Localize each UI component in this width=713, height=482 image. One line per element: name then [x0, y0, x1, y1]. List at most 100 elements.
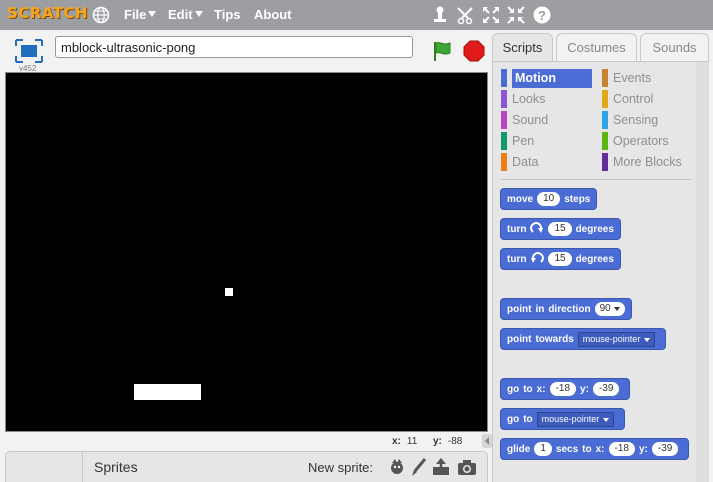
category-motion[interactable]: Motion [501, 69, 592, 88]
category-divider [501, 179, 691, 180]
edit-menu[interactable]: Edit [168, 7, 203, 22]
target-dropdown[interactable]: mouse-pointer [577, 331, 656, 347]
category-color-chip [602, 153, 608, 171]
secs-input[interactable]: 1 [534, 442, 552, 456]
stop-icon[interactable] [463, 40, 485, 62]
block-word: point [507, 303, 532, 315]
block-word: degrees [575, 223, 614, 235]
sprites-divider [82, 452, 83, 482]
category-more-blocks[interactable]: More Blocks [602, 153, 695, 172]
category-color-chip [602, 69, 608, 87]
category-label: Sound [512, 113, 549, 127]
fullscreen-icon[interactable] [15, 39, 43, 63]
block-word: degrees [575, 253, 614, 265]
x-input[interactable]: -18 [549, 382, 577, 396]
category-operators[interactable]: Operators [602, 132, 695, 151]
block-go-to[interactable]: go to mouse-pointer [500, 408, 626, 430]
category-pen[interactable]: Pen [501, 132, 592, 151]
block-word: y: [638, 443, 648, 455]
category-label: More Blocks [613, 155, 682, 169]
sprite-library-icon[interactable] [387, 457, 407, 477]
block-word: point [507, 333, 532, 345]
block-word: in [535, 303, 545, 315]
category-control[interactable]: Control [602, 90, 695, 109]
new-sprite-label: New sprite: [308, 460, 374, 475]
block-word: to [523, 383, 533, 395]
y-input[interactable]: -39 [651, 442, 679, 456]
degrees-input[interactable]: 15 [548, 252, 572, 266]
block-word: glide [507, 443, 531, 455]
block-word: x: [536, 383, 546, 395]
paddle-sprite[interactable] [134, 384, 201, 400]
sprites-label: Sprites [94, 459, 138, 475]
menu-bar: SCRATCH File Edit Tips About ? [0, 0, 713, 30]
block-word: secs [555, 443, 579, 455]
category-label: Events [613, 71, 652, 85]
category-color-chip [501, 90, 507, 108]
tips-menu[interactable]: Tips [214, 7, 241, 22]
block-turn-left[interactable]: turn 15 degrees [500, 248, 621, 270]
category-color-chip [501, 69, 507, 87]
ball-sprite[interactable] [225, 288, 233, 296]
mouse-x-value: 11 [406, 436, 418, 447]
grow-icon[interactable] [481, 5, 501, 25]
block-word: towards [535, 333, 574, 345]
category-sound[interactable]: Sound [501, 111, 592, 130]
block-word: to [582, 443, 592, 455]
category-color-chip [602, 90, 608, 108]
camera-icon[interactable] [457, 457, 477, 477]
block-move-steps[interactable]: move 10 steps [500, 188, 598, 210]
block-point-in-direction[interactable]: point in direction 90 [500, 298, 632, 320]
category-events[interactable]: Events [602, 69, 695, 88]
block-word: turn [507, 223, 527, 235]
scratch-logo[interactable]: SCRATCH [7, 4, 88, 22]
palette-scrollbar[interactable] [696, 62, 709, 482]
category-label: Motion [515, 71, 556, 85]
degrees-input[interactable]: 15 [548, 222, 572, 236]
category-label: Control [613, 92, 654, 106]
block-word: turn [507, 253, 527, 265]
file-menu-label: File [124, 7, 147, 22]
about-menu[interactable]: About [254, 7, 292, 22]
block-go-to-xy[interactable]: go to x: -18 y: -39 [500, 378, 631, 400]
category-color-chip [501, 132, 507, 150]
block-palette: Motion Looks Sound Pen Data Events Contr… [492, 61, 709, 482]
mouse-y-value: -88 [447, 436, 463, 447]
mouse-x-label: x: [392, 436, 401, 447]
upload-icon[interactable] [431, 457, 451, 477]
category-looks[interactable]: Looks [501, 90, 592, 109]
block-word: go [507, 413, 520, 425]
target-dropdown[interactable]: mouse-pointer [536, 411, 615, 427]
x-input[interactable]: -18 [608, 442, 635, 456]
stage-header: v452 [5, 31, 488, 73]
category-label: Sensing [613, 113, 659, 127]
green-flag-icon[interactable] [431, 40, 453, 62]
block-point-towards[interactable]: point towards mouse-pointer [500, 328, 667, 350]
category-color-chip [602, 132, 608, 150]
cut-icon[interactable] [455, 5, 475, 25]
tab-costumes[interactable]: Costumes [556, 33, 637, 61]
globe-icon[interactable] [92, 6, 110, 24]
category-data[interactable]: Data [501, 153, 592, 172]
steps-input[interactable]: 10 [537, 192, 561, 206]
tab-sounds[interactable]: Sounds [640, 33, 709, 61]
block-glide[interactable]: glide 1 secs to x: -18 y: -39 [500, 438, 690, 460]
collapse-stage-icon[interactable] [482, 434, 492, 448]
category-label: Looks [512, 92, 546, 106]
stage-canvas[interactable] [5, 72, 488, 432]
block-word: steps [564, 193, 591, 205]
tab-scripts[interactable]: Scripts [492, 33, 553, 62]
y-input[interactable]: -39 [592, 382, 620, 396]
shrink-icon[interactable] [506, 5, 526, 25]
project-title-input[interactable] [55, 36, 413, 58]
sprites-pane: Sprites New sprite: [5, 451, 488, 482]
direction-dropdown[interactable]: 90 [594, 302, 625, 316]
help-icon[interactable]: ? [532, 5, 552, 25]
block-turn-right[interactable]: turn 15 degrees [500, 218, 621, 240]
category-color-chip [501, 111, 507, 129]
block-word: move [507, 193, 534, 205]
category-sensing[interactable]: Sensing [602, 111, 695, 130]
file-menu[interactable]: File [124, 7, 157, 22]
duplicate-icon[interactable] [430, 5, 450, 25]
paint-brush-icon[interactable] [409, 457, 429, 477]
